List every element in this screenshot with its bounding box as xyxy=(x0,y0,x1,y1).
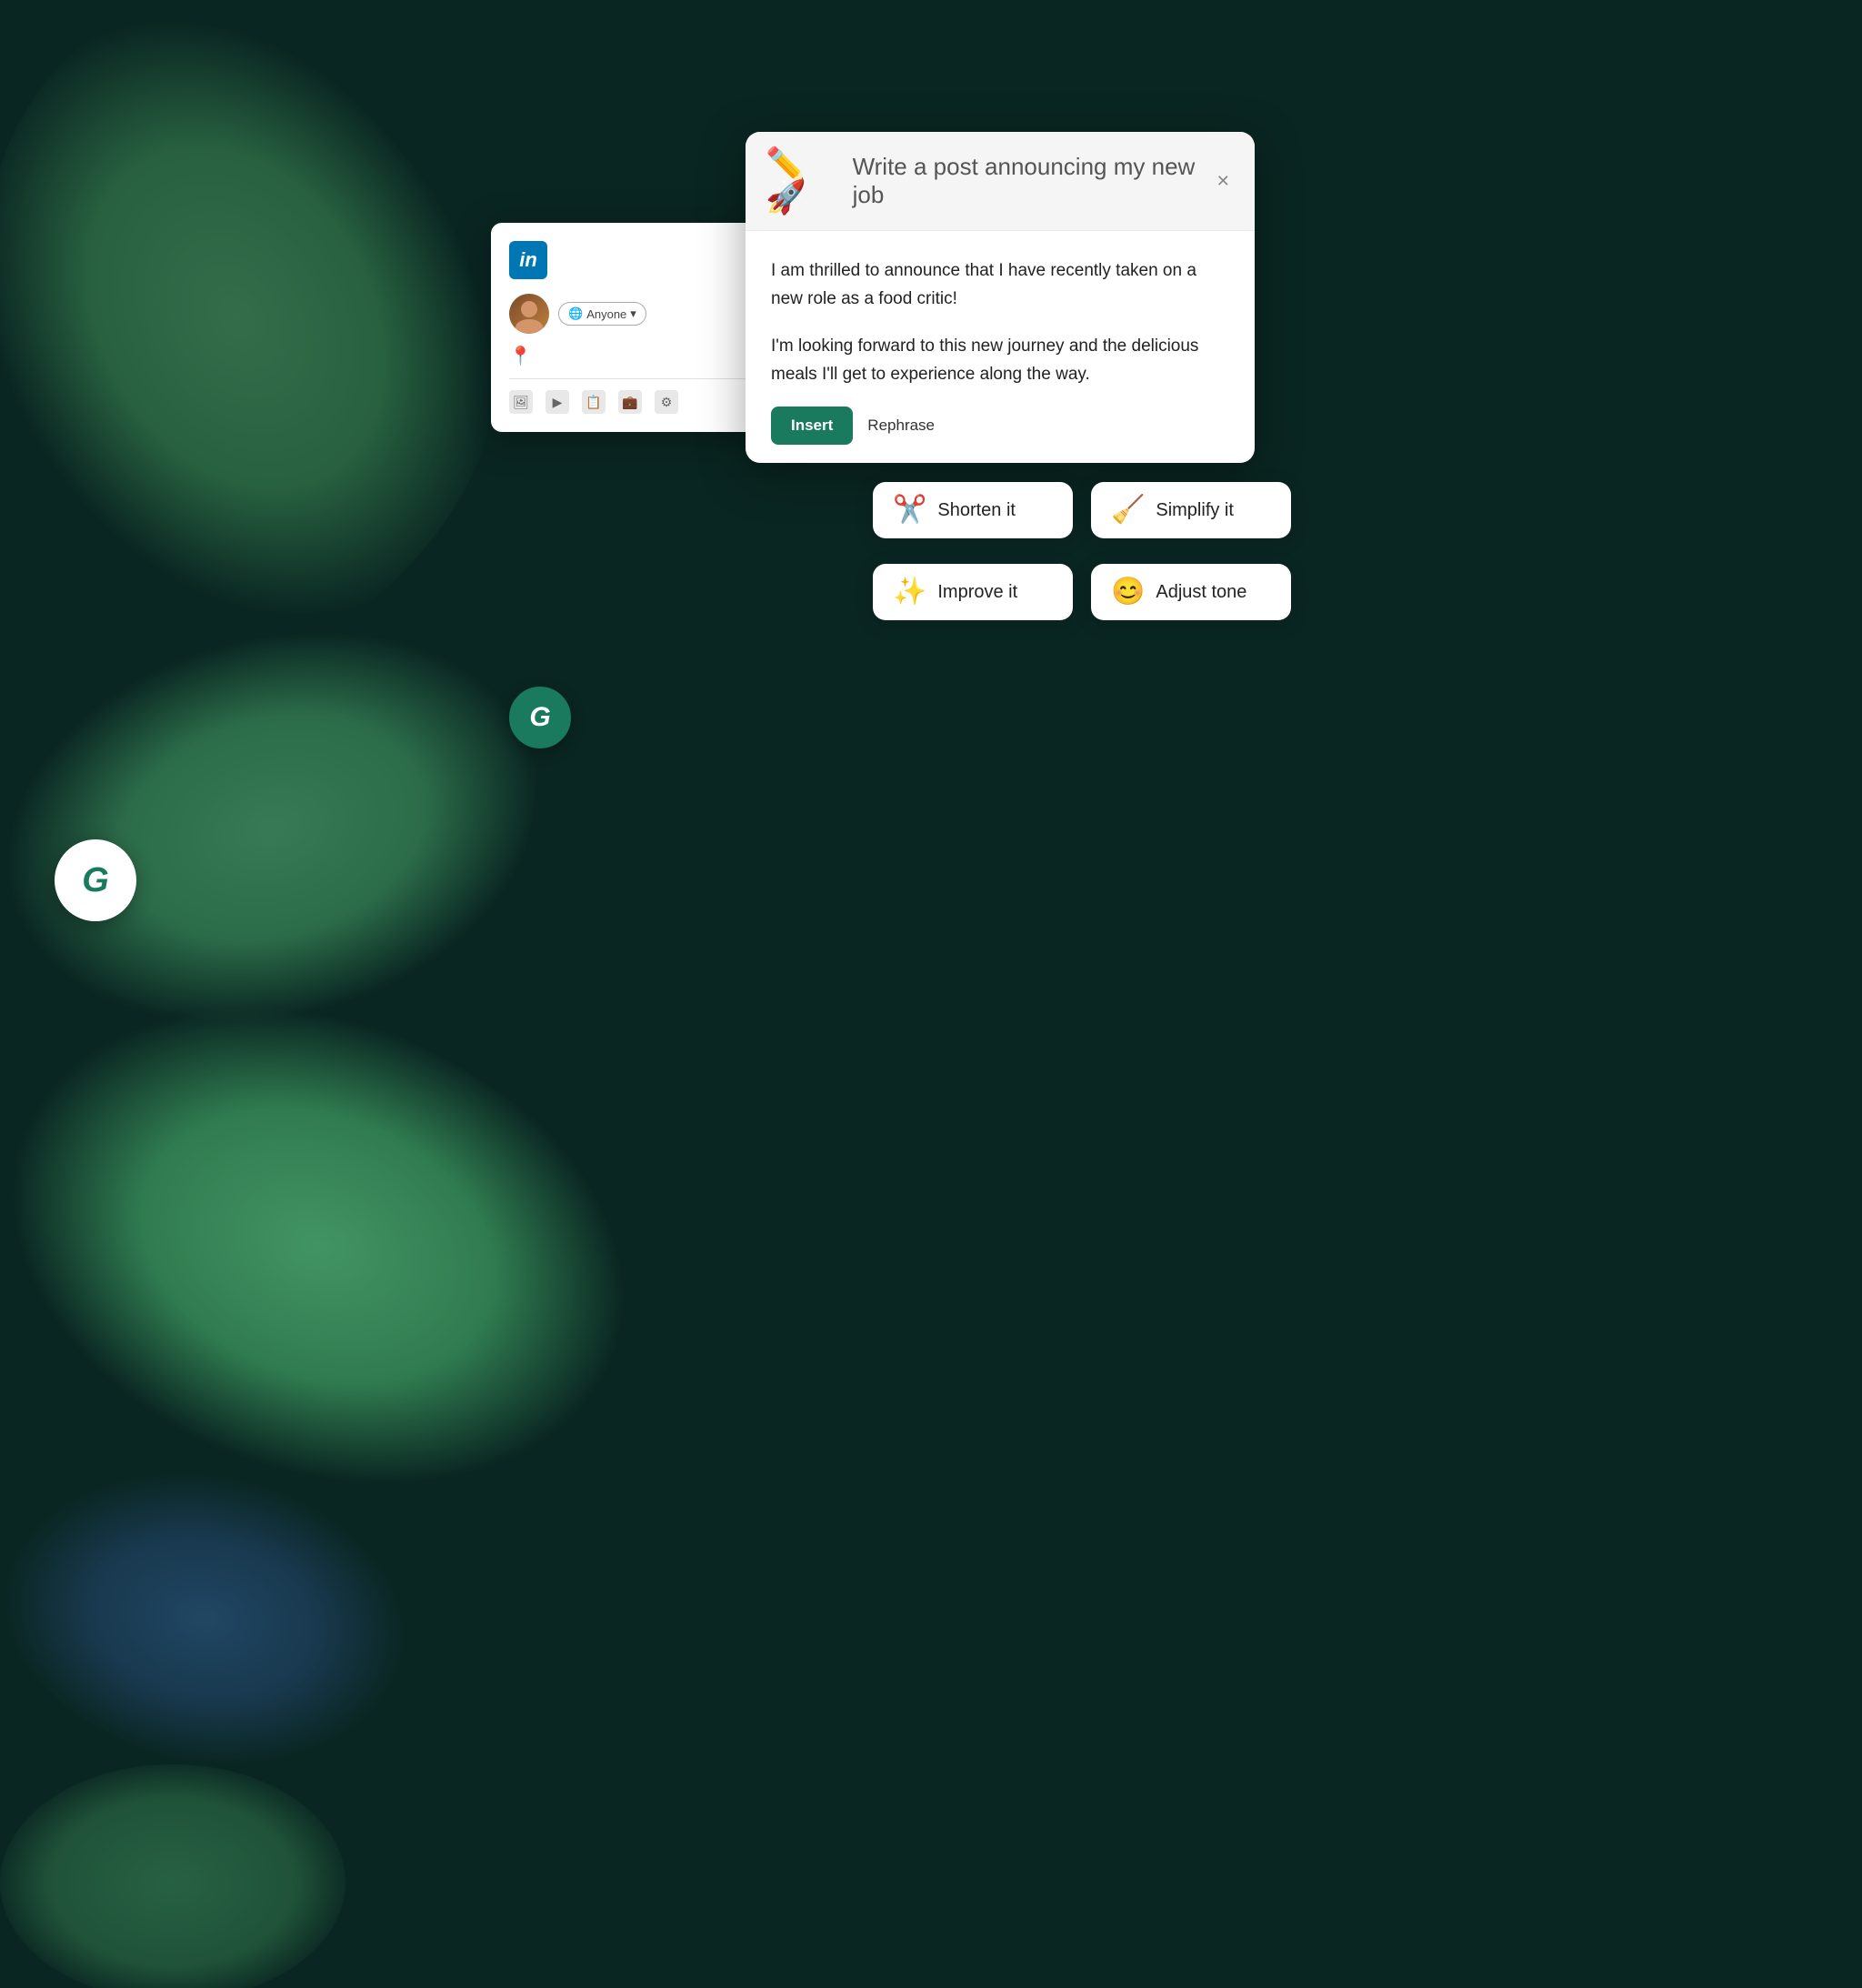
video-action[interactable]: ▶ xyxy=(546,390,569,414)
grammarly-badge-main[interactable]: G xyxy=(55,839,136,921)
improve-icon: ✨ xyxy=(893,578,926,606)
doc-action[interactable]: 📋 xyxy=(582,390,606,414)
chips-row-2: ✨ Improve it 😊 Adjust tone xyxy=(873,564,1291,620)
ai-paragraph-2: I'm looking forward to this new journey … xyxy=(771,332,1229,389)
grammarly-badge-small[interactable]: G xyxy=(509,687,571,748)
chips-row-1: ✂️ Shorten it 🧹 Simplify it xyxy=(873,482,1291,538)
adjust-tone-label: Adjust tone xyxy=(1156,582,1246,603)
grammarly-logo-small: G xyxy=(529,704,550,731)
adjust-tone-icon: 😊 xyxy=(1111,578,1145,606)
simplify-label: Simplify it xyxy=(1156,500,1234,521)
improve-label: Improve it xyxy=(937,582,1017,603)
linkedin-header: in xyxy=(509,241,764,279)
ai-content: I am thrilled to announce that I have re… xyxy=(746,231,1255,463)
ai-action-row: Insert Rephrase xyxy=(771,407,1229,445)
shorten-chip[interactable]: ✂️ Shorten it xyxy=(873,482,1073,538)
audience-dropdown[interactable]: 🌐 Anyone ▾ xyxy=(558,302,646,326)
improve-chip[interactable]: ✨ Improve it xyxy=(873,564,1073,620)
pin-icon: 📍 xyxy=(509,345,764,367)
grammarly-logo-main: G xyxy=(82,863,109,898)
post-divider xyxy=(509,378,764,379)
shorten-icon: ✂️ xyxy=(893,497,926,524)
rephrase-button[interactable]: Rephrase xyxy=(867,417,935,435)
prompt-emoji: ✏️🚀 xyxy=(766,148,840,214)
insert-button[interactable]: Insert xyxy=(771,407,853,445)
simplify-icon: 🧹 xyxy=(1111,497,1145,524)
simplify-chip[interactable]: 🧹 Simplify it xyxy=(1091,482,1291,538)
adjust-tone-chip[interactable]: 😊 Adjust tone xyxy=(1091,564,1291,620)
dropdown-arrow: ▾ xyxy=(630,306,636,321)
job-action[interactable]: 💼 xyxy=(618,390,642,414)
photo-action[interactable]: 🖼 xyxy=(509,390,533,414)
linkedin-logo: in xyxy=(509,241,547,279)
linkedin-card: in 🌐 Anyone ▾ 📍 🖼 ▶ 📋 💼 ⚙ xyxy=(491,223,782,432)
post-controls: 🌐 Anyone ▾ xyxy=(509,294,764,334)
prompt-text: Write a post announcing my new job xyxy=(853,153,1199,209)
globe-icon: 🌐 xyxy=(568,306,583,321)
close-button[interactable]: ✕ xyxy=(1212,168,1235,194)
ai-panel: ✏️🚀 Write a post announcing my new job ✕… xyxy=(746,132,1255,463)
shorten-label: Shorten it xyxy=(937,500,1016,521)
ai-paragraph-1: I am thrilled to announce that I have re… xyxy=(771,256,1229,314)
ai-prompt-bar: ✏️🚀 Write a post announcing my new job ✕ xyxy=(746,132,1255,231)
more-action[interactable]: ⚙ xyxy=(655,390,678,414)
post-actions: 🖼 ▶ 📋 💼 ⚙ xyxy=(509,390,764,414)
audience-label: Anyone xyxy=(586,307,626,321)
avatar xyxy=(509,294,549,334)
